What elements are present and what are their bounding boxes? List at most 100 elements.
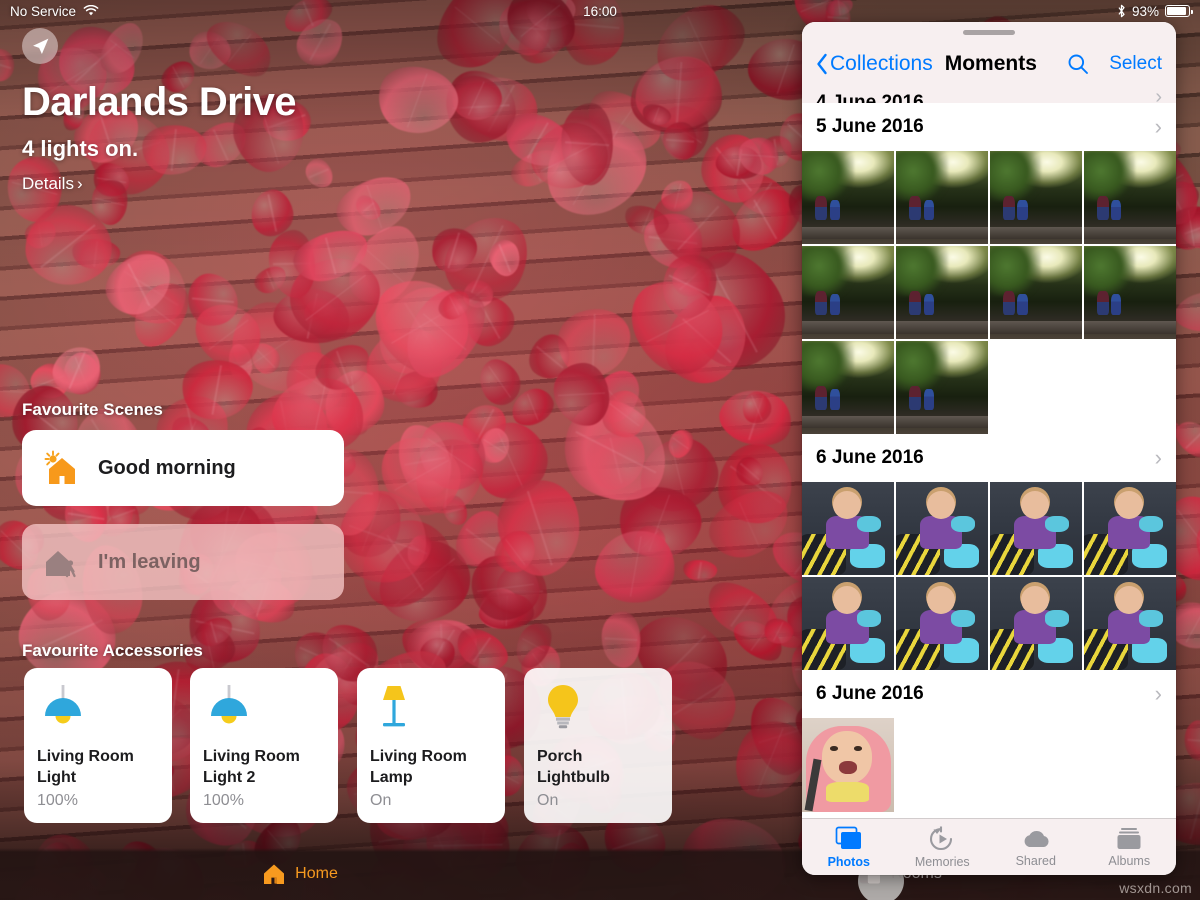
accessory-tile-living-room-light-2[interactable]: Living Room Light 2 100% bbox=[190, 668, 338, 823]
battery-icon bbox=[1165, 5, 1190, 17]
photo-thumbnail[interactable] bbox=[802, 246, 894, 339]
photo-thumbnail[interactable] bbox=[990, 246, 1082, 339]
date-label: 5 June 2016 bbox=[816, 116, 924, 138]
date-label: 4 June 2016 bbox=[816, 92, 924, 103]
drag-handle-icon bbox=[963, 30, 1015, 35]
photo-section-header[interactable]: 5 June 2016 › bbox=[802, 103, 1176, 151]
photo-thumbnail[interactable] bbox=[1084, 151, 1176, 244]
chevron-left-icon bbox=[816, 53, 828, 75]
house-icon bbox=[262, 862, 286, 886]
accessory-name: Porch Lightbulb bbox=[537, 746, 659, 788]
tab-label: Photos bbox=[828, 855, 870, 869]
sun-house-icon bbox=[42, 449, 82, 487]
cloud-icon bbox=[1021, 827, 1051, 851]
date-label: 6 June 2016 bbox=[816, 683, 924, 705]
tab-photos[interactable]: Photos bbox=[802, 819, 896, 875]
tab-label: Albums bbox=[1108, 854, 1150, 868]
carrier-label: No Service bbox=[10, 4, 76, 19]
home-status-subtitle: 4 lights on. bbox=[22, 136, 138, 162]
navigation-arrow-icon bbox=[30, 36, 51, 57]
accessory-name: Living Room Light bbox=[37, 746, 159, 788]
photo-thumbnail[interactable] bbox=[1084, 246, 1176, 339]
photos-slide-over-panel: Collections Moments Select 4 June 2016 ›… bbox=[802, 22, 1176, 875]
scene-card-im-leaving[interactable]: I'm leaving bbox=[22, 524, 344, 600]
tab-albums[interactable]: Albums bbox=[1083, 819, 1177, 875]
photo-thumbnail[interactable] bbox=[896, 341, 988, 434]
photo-thumbnail[interactable] bbox=[1084, 482, 1176, 575]
tab-home[interactable]: Home bbox=[0, 848, 600, 900]
location-button[interactable] bbox=[22, 28, 58, 64]
battery-percent-label: 93% bbox=[1132, 4, 1159, 19]
memories-play-icon bbox=[928, 826, 956, 852]
accessory-state: 100% bbox=[203, 792, 325, 810]
favourite-scenes-label: Favourite Scenes bbox=[22, 400, 163, 420]
clipped-date-header[interactable]: 4 June 2016 › bbox=[802, 86, 1176, 103]
pendant-lamp-icon bbox=[203, 682, 325, 736]
page-title: Darlands Drive bbox=[22, 80, 296, 125]
house-walking-person-icon bbox=[42, 543, 82, 581]
status-bar: No Service 16:00 93% bbox=[0, 0, 1200, 22]
details-link[interactable]: Details › bbox=[22, 174, 83, 194]
photo-thumbnail[interactable] bbox=[802, 341, 894, 434]
accessory-name: Living Room Light 2 bbox=[203, 746, 325, 788]
photos-scroll-area[interactable]: 4 June 2016 › 5 June 2016›6 June 2016›6 … bbox=[802, 86, 1176, 818]
photo-grid bbox=[802, 151, 1176, 434]
bluetooth-icon bbox=[1117, 4, 1126, 18]
photos-nav-bar: Collections Moments Select bbox=[802, 42, 1176, 86]
favourite-accessories-label: Favourite Accessories bbox=[22, 641, 203, 661]
tab-shared[interactable]: Shared bbox=[989, 819, 1083, 875]
scene-label: Good morning bbox=[98, 457, 236, 480]
photos-title: Moments bbox=[945, 52, 1037, 76]
chevron-right-icon: › bbox=[1155, 681, 1162, 707]
photo-grid bbox=[802, 718, 1176, 811]
accessory-state: 100% bbox=[37, 792, 159, 810]
photos-tab-bar: Photos Memories Shared bbox=[802, 818, 1176, 875]
accessory-tile-porch-lightbulb[interactable]: Porch Lightbulb On bbox=[524, 668, 672, 823]
chevron-right-icon: › bbox=[77, 174, 83, 194]
chevron-right-icon: › bbox=[1155, 86, 1162, 103]
photo-thumbnail[interactable] bbox=[896, 577, 988, 670]
photo-thumbnail[interactable] bbox=[896, 246, 988, 339]
tab-label: Memories bbox=[915, 855, 970, 869]
accessory-state: On bbox=[370, 792, 492, 810]
photo-section-header[interactable]: 6 June 2016 › bbox=[802, 670, 1176, 718]
pendant-lamp-icon bbox=[37, 682, 159, 736]
photo-thumbnail[interactable] bbox=[896, 482, 988, 575]
photo-sections-list: 5 June 2016 › 6 June 2016 › 6 June 2016 › bbox=[802, 103, 1176, 812]
tab-memories[interactable]: Memories bbox=[896, 819, 990, 875]
albums-stack-icon bbox=[1115, 827, 1143, 851]
floor-lamp-icon bbox=[370, 682, 492, 736]
photo-thumbnail[interactable] bbox=[802, 151, 894, 244]
back-to-collections-button[interactable]: Collections bbox=[816, 52, 933, 76]
watermark: wsxdn.com bbox=[1119, 880, 1192, 896]
photo-thumbnail[interactable] bbox=[802, 718, 894, 811]
wifi-icon bbox=[83, 5, 99, 17]
photo-grid bbox=[802, 482, 1176, 670]
chevron-right-icon: › bbox=[1155, 114, 1162, 140]
photo-thumbnail[interactable] bbox=[802, 577, 894, 670]
details-label: Details bbox=[22, 174, 74, 194]
select-button[interactable]: Select bbox=[1109, 53, 1162, 75]
screen: No Service 16:00 93% Darlands Dr bbox=[0, 0, 1200, 900]
tab-label: Home bbox=[295, 865, 338, 883]
photo-thumbnail[interactable] bbox=[802, 482, 894, 575]
scene-card-good-morning[interactable]: Good morning bbox=[22, 430, 344, 506]
chevron-right-icon: › bbox=[1155, 445, 1162, 471]
lightbulb-icon bbox=[537, 682, 659, 736]
panel-drag-handle[interactable] bbox=[802, 22, 1176, 42]
photo-section-header[interactable]: 6 June 2016 › bbox=[802, 434, 1176, 482]
accessory-name: Living Room Lamp bbox=[370, 746, 492, 788]
accessory-tile-living-room-lamp[interactable]: Living Room Lamp On bbox=[357, 668, 505, 823]
accessory-state: On bbox=[537, 792, 659, 810]
date-label: 6 June 2016 bbox=[816, 447, 924, 469]
photo-thumbnail[interactable] bbox=[1084, 577, 1176, 670]
search-icon[interactable] bbox=[1067, 53, 1089, 75]
accessory-tile-living-room-light[interactable]: Living Room Light 100% bbox=[24, 668, 172, 823]
scene-label: I'm leaving bbox=[98, 551, 201, 574]
photo-thumbnail[interactable] bbox=[990, 577, 1082, 670]
photo-thumbnail[interactable] bbox=[896, 151, 988, 244]
photo-thumbnail[interactable] bbox=[990, 482, 1082, 575]
photo-thumbnail[interactable] bbox=[990, 151, 1082, 244]
clock-time: 16:00 bbox=[583, 4, 617, 19]
tab-label: Shared bbox=[1016, 854, 1056, 868]
